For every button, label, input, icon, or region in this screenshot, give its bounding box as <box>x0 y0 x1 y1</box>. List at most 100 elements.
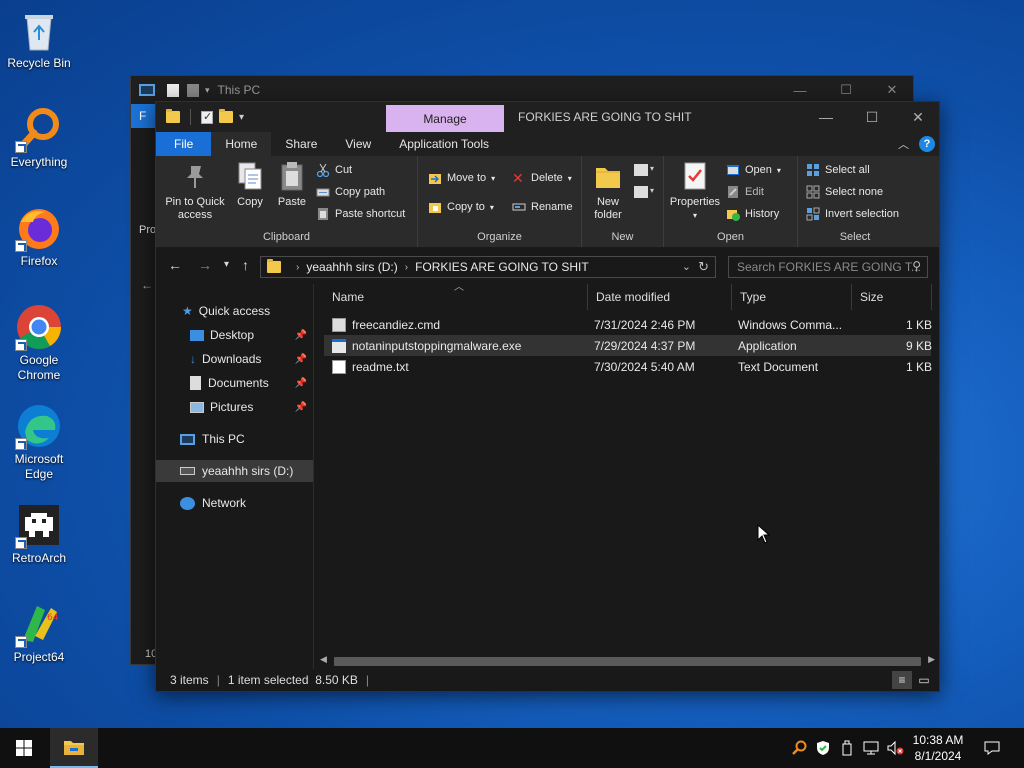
security-shield-icon[interactable] <box>812 728 834 768</box>
file-row[interactable]: freecandiez.cmd 7/31/2024 2:46 PM Window… <box>324 314 932 335</box>
scroll-left-icon[interactable]: ◀ <box>320 654 327 665</box>
column-header-date-modified[interactable]: Date modified <box>588 284 732 310</box>
qat-dropdown-icon[interactable]: ▾ <box>205 85 210 96</box>
nav-desktop[interactable]: Desktop 📌 <box>156 324 313 346</box>
open-button[interactable]: Open ▾ <box>726 160 781 180</box>
nav-quick-access[interactable]: ★ Quick access <box>156 300 313 322</box>
maximize-icon[interactable]: ☐ <box>823 76 869 104</box>
pin-icon[interactable]: 📌 <box>295 354 307 365</box>
recent-locations-icon[interactable]: ▾ <box>224 259 229 270</box>
qat-dropdown-icon[interactable]: ▾ <box>239 112 244 123</box>
edit-button[interactable]: Edit <box>726 182 764 202</box>
file-type: Windows Comma... <box>738 317 843 332</box>
back-arrow-icon[interactable]: ← <box>141 278 153 292</box>
close-icon[interactable]: ✕ <box>895 102 941 132</box>
cut-button[interactable]: Cut <box>316 160 352 180</box>
tab-application-tools[interactable]: Application Tools <box>385 132 503 156</box>
file-list[interactable]: ︿ Name Date modified Type Size freecandi… <box>316 282 939 669</box>
refresh-icon[interactable]: ↻ <box>698 259 709 275</box>
network-tray-icon[interactable] <box>860 728 882 768</box>
taskbar-clock[interactable]: 10:38 AM 8/1/2024 <box>900 732 976 764</box>
desktop-icon-edge[interactable]: Microsoft Edge <box>4 402 74 482</box>
desktop-icon-everything[interactable]: Everything <box>4 105 74 170</box>
usb-device-icon[interactable] <box>836 728 858 768</box>
address-bar[interactable]: › yeaahhh sirs (D:) › FORKIES ARE GOING … <box>260 256 716 278</box>
column-header-name[interactable]: Name <box>324 284 588 310</box>
file-tab[interactable]: F <box>131 104 157 128</box>
properties-button[interactable]: Properties ▾ <box>668 160 722 222</box>
minimize-icon[interactable]: — <box>777 76 823 104</box>
pin-icon[interactable]: 📌 <box>295 330 307 341</box>
details-view-icon[interactable]: ≡ <box>892 671 912 689</box>
copy-button[interactable]: Copy <box>232 160 268 209</box>
delete-button[interactable]: ✕ Delete ▾ <box>512 168 572 188</box>
action-center-icon[interactable] <box>980 728 1004 768</box>
copy-path-button[interactable]: Copy path <box>316 182 385 202</box>
properties-icon[interactable] <box>201 110 213 124</box>
dropdown-arrow-icon[interactable]: ▾ <box>650 186 654 195</box>
easy-access-icon[interactable] <box>634 186 648 198</box>
breadcrumb-folder[interactable]: FORKIES ARE GOING TO SHIT <box>415 260 589 274</box>
large-icons-view-icon[interactable]: ▭ <box>914 671 934 689</box>
invert-selection-button[interactable]: Invert selection <box>806 204 899 224</box>
desktop-icon-recycle-bin[interactable]: Recycle Bin <box>4 6 74 71</box>
select-none-button[interactable]: Select none <box>806 182 883 202</box>
title-bar[interactable]: ▾ Manage FORKIES ARE GOING TO SHIT — ☐ ✕ <box>156 102 939 132</box>
scrollbar-thumb[interactable] <box>334 657 921 666</box>
new-item-icon[interactable] <box>634 164 648 176</box>
breadcrumb-separator-icon[interactable]: › <box>296 262 299 273</box>
pin-icon[interactable]: 📌 <box>295 402 307 413</box>
scroll-right-icon[interactable]: ▶ <box>928 654 935 665</box>
nav-network[interactable]: Network <box>156 492 313 514</box>
nav-this-pc[interactable]: This PC <box>156 428 313 450</box>
everything-tray-icon[interactable] <box>788 728 810 768</box>
taskbar-file-explorer[interactable] <box>50 728 98 768</box>
file-row[interactable]: notaninputstoppingmalware.exe 7/29/2024 … <box>324 335 932 356</box>
column-header-type[interactable]: Type <box>732 284 852 310</box>
nav-documents[interactable]: Documents 📌 <box>156 372 313 394</box>
nav-drive-d[interactable]: yeaahhh sirs (D:) <box>156 460 313 482</box>
search-input[interactable]: Search FORKIES ARE GOING T... ⚲ <box>728 256 928 278</box>
copy-to-button[interactable]: Copy to ▾ <box>428 197 494 217</box>
dropdown-arrow-icon[interactable]: ▾ <box>650 164 654 173</box>
desktop-icon-firefox[interactable]: Firefox <box>4 204 74 269</box>
pin-to-quick-access-button[interactable]: Pin to Quick access <box>162 160 228 222</box>
paste-shortcut-button[interactable]: Paste shortcut <box>316 204 405 224</box>
tab-manage[interactable]: Manage <box>386 105 504 132</box>
column-header-size[interactable]: Size <box>852 284 932 310</box>
explorer-window[interactable]: ▾ Manage FORKIES ARE GOING TO SHIT — ☐ ✕… <box>155 101 940 692</box>
nav-downloads[interactable]: ↓ Downloads 📌 <box>156 348 313 370</box>
tab-home[interactable]: Home <box>211 132 272 156</box>
back-arrow-icon[interactable]: ← <box>168 257 182 273</box>
desktop-icon-retroarch[interactable]: RetroArch <box>4 501 74 566</box>
pin-icon[interactable]: 📌 <box>295 378 307 389</box>
forward-arrow-icon[interactable]: → <box>198 257 212 273</box>
select-all-button[interactable]: Select all <box>806 160 870 180</box>
collapse-ribbon-icon[interactable]: ︿ <box>898 136 909 152</box>
new-folder-icon[interactable] <box>219 109 233 123</box>
move-to-button[interactable]: Move to ▾ <box>428 168 495 188</box>
tab-file[interactable]: File <box>156 132 212 156</box>
help-icon[interactable]: ? <box>919 136 935 152</box>
up-arrow-icon[interactable]: ↑ <box>242 257 249 273</box>
breadcrumb-separator-icon[interactable]: › <box>405 262 408 273</box>
new-folder-button[interactable]: New folder <box>586 160 630 222</box>
rename-button[interactable]: Rename <box>512 197 573 217</box>
desktop-icon-chrome[interactable]: Google Chrome <box>4 303 74 383</box>
maximize-icon[interactable]: ☐ <box>849 102 895 132</box>
breadcrumb-drive[interactable]: yeaahhh sirs (D:) <box>306 260 397 274</box>
tab-view[interactable]: View <box>331 132 385 156</box>
shortcut-arrow-icon <box>15 537 27 549</box>
history-button[interactable]: History <box>726 204 779 224</box>
desktop-icon-project64[interactable]: 64 Project64 <box>4 600 74 665</box>
nav-pictures[interactable]: Pictures 📌 <box>156 396 313 418</box>
close-icon[interactable]: ✕ <box>869 76 915 104</box>
start-button[interactable] <box>0 728 48 768</box>
tab-share[interactable]: Share <box>271 132 331 156</box>
paste-button[interactable]: Paste <box>274 160 310 209</box>
file-row[interactable]: readme.txt 7/30/2024 5:40 AM Text Docume… <box>324 356 932 377</box>
address-dropdown-icon[interactable]: ⌄ <box>682 260 691 273</box>
new-group: New folder ▾ ▾ New <box>582 156 664 247</box>
minimize-icon[interactable]: — <box>803 102 849 132</box>
horizontal-scrollbar[interactable]: ◀ ▶ <box>316 653 939 669</box>
